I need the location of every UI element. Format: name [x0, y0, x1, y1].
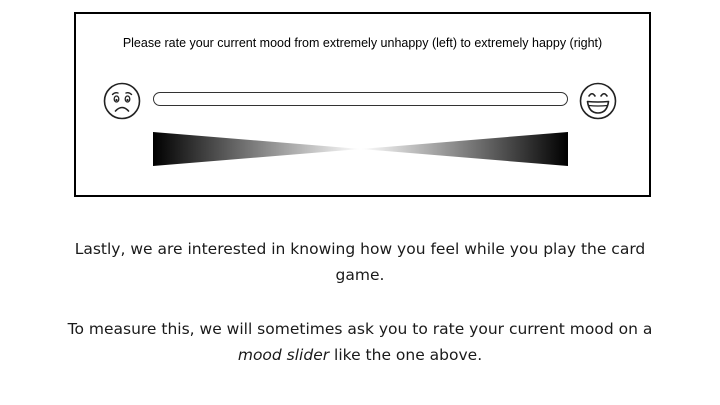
mood-prompt: Please rate your current mood from extre… [122, 36, 603, 50]
sad-face-icon [103, 82, 141, 120]
intensity-gradient-wedge [153, 132, 568, 166]
para2-rest: like the one above. [329, 346, 483, 364]
mood-slider-track[interactable] [153, 92, 568, 106]
mood-slider-term: mood slider [237, 346, 330, 364]
happy-face-icon [579, 82, 617, 120]
instruction-paragraph-2: To measure this, we will sometimes ask y… [40, 316, 680, 368]
para2-line2: mood slider like the one above. [40, 342, 680, 368]
para1-line1: Lastly, we are interested in knowing how… [74, 240, 646, 258]
instruction-paragraph-1: Lastly, we are interested in knowing how… [40, 236, 680, 288]
para1-line2: game. [335, 266, 385, 284]
mood-slider-panel: Please rate your current mood from extre… [74, 12, 651, 197]
para2-line1: To measure this, we will sometimes ask y… [67, 320, 653, 338]
